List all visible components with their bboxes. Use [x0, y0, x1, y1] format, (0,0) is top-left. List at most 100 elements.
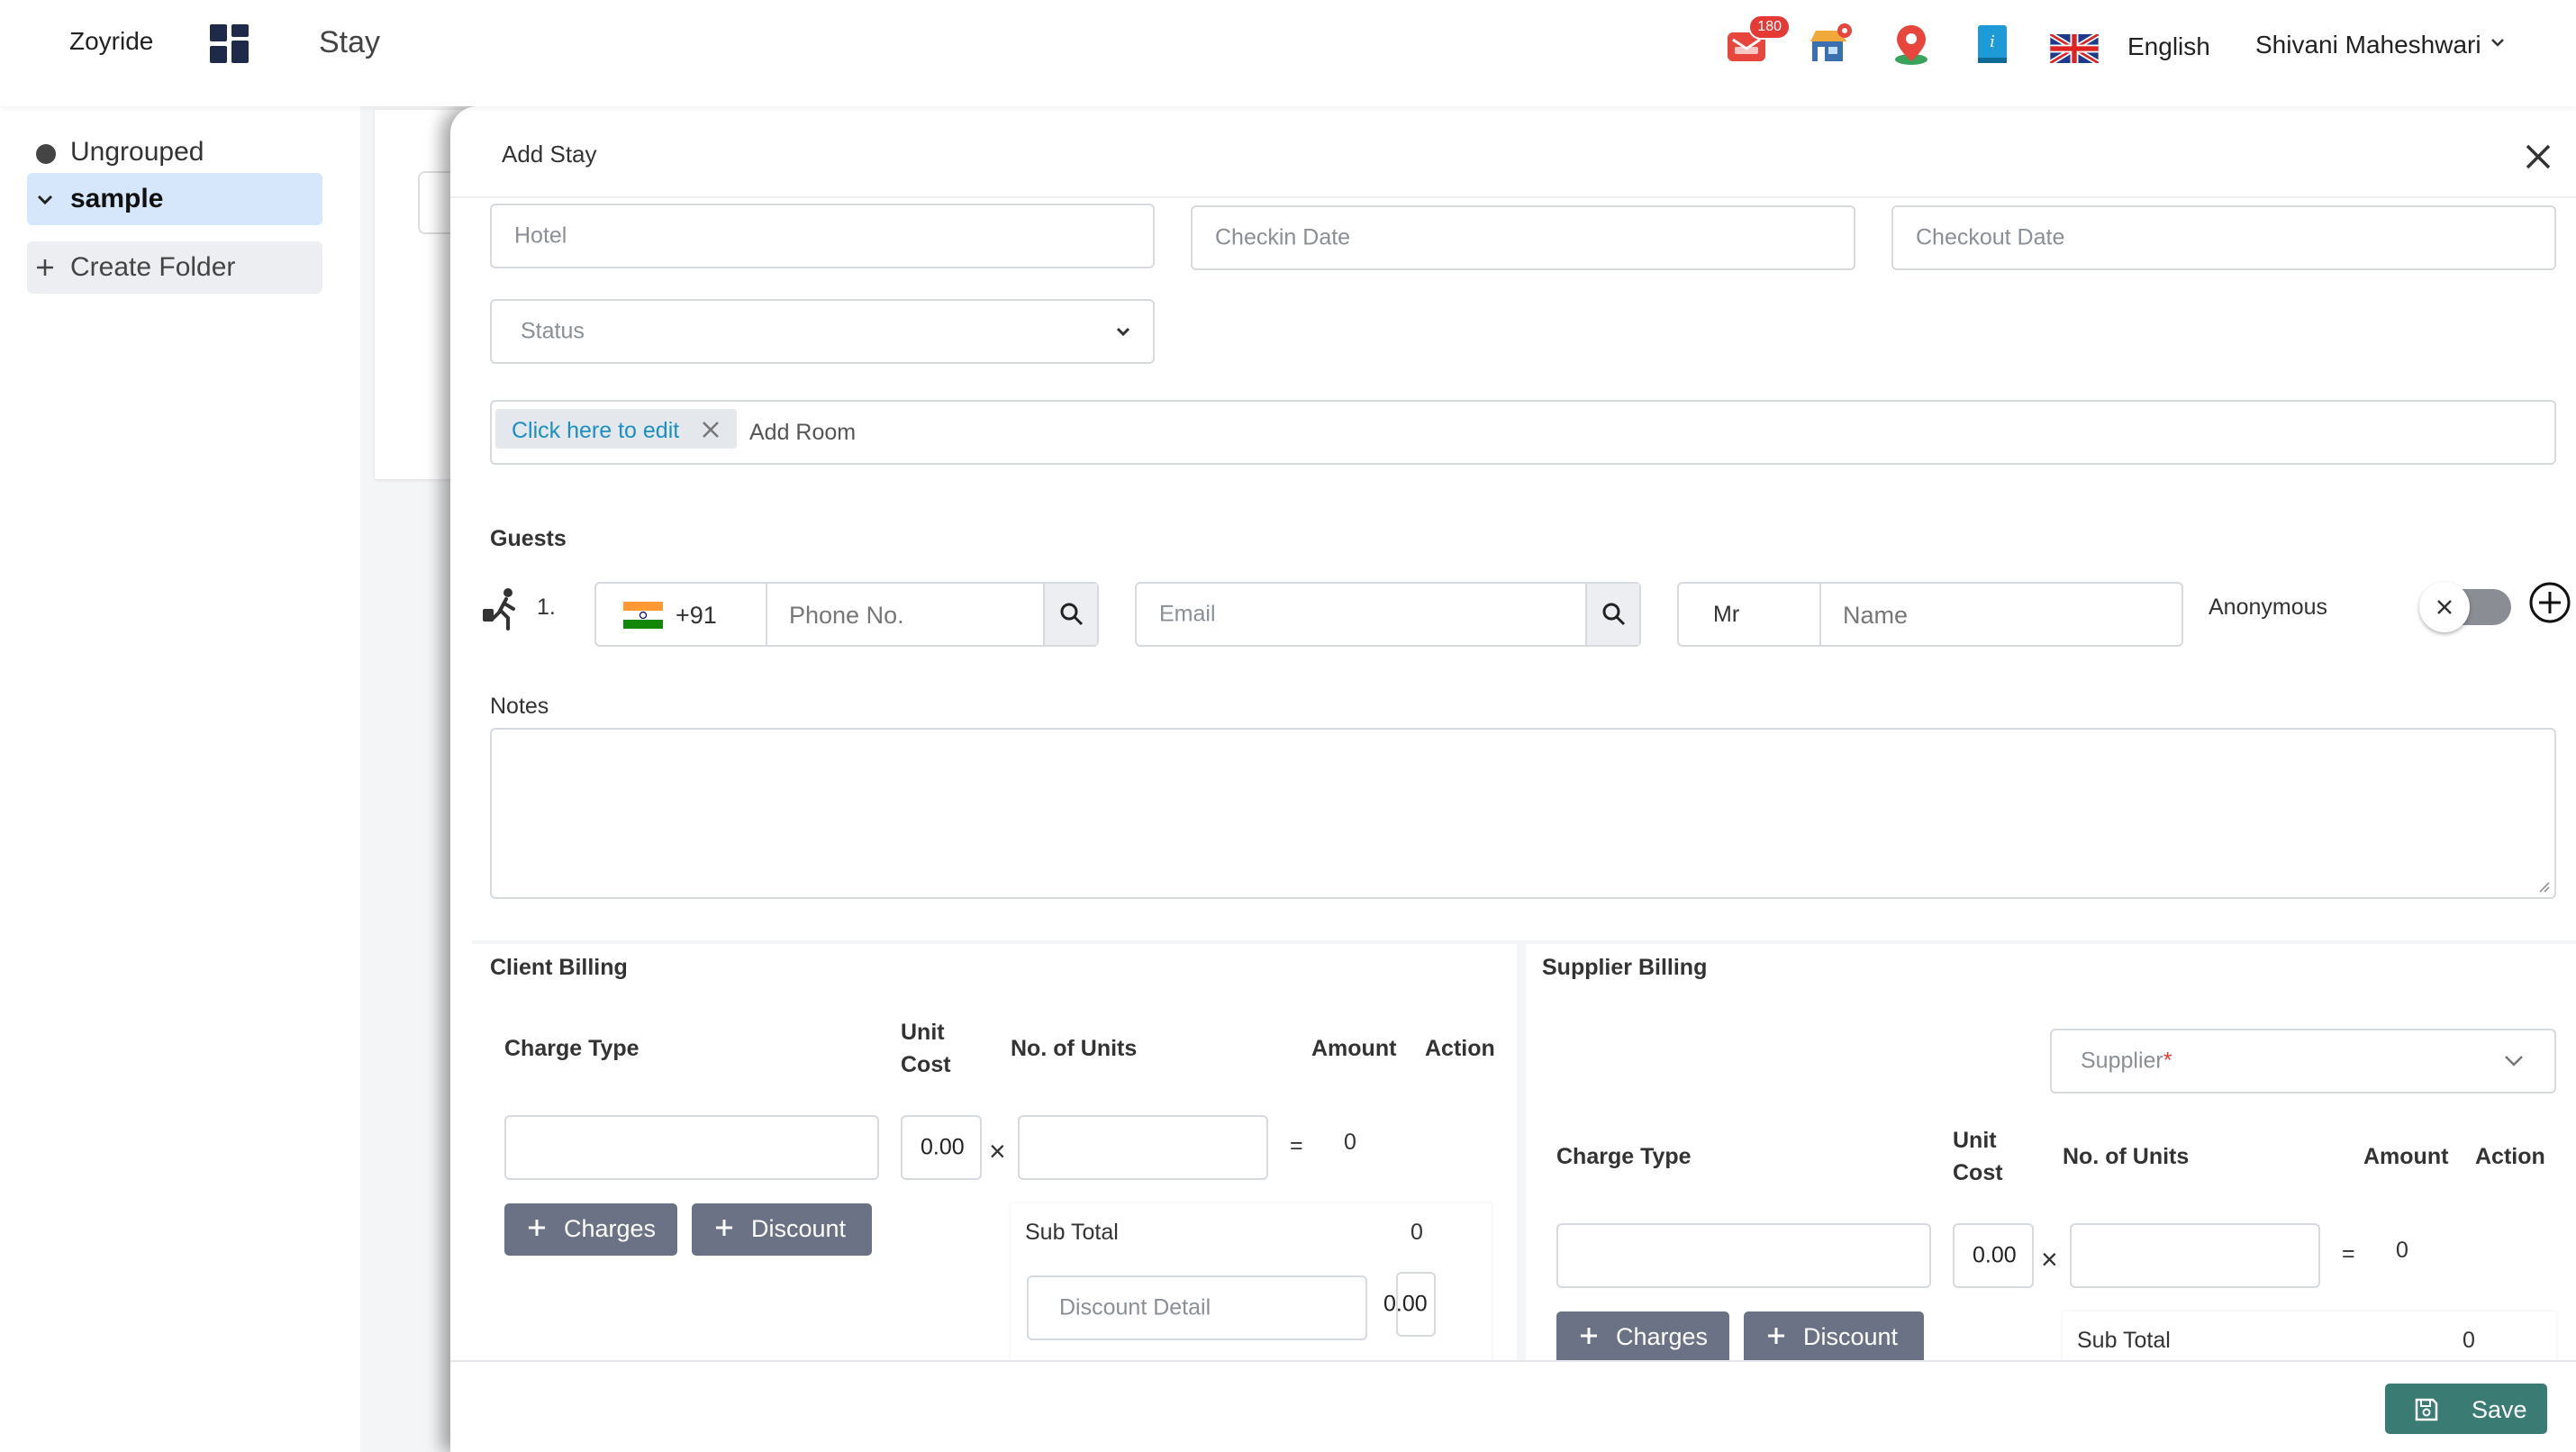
salutation-select[interactable]: Mr — [1713, 602, 1739, 628]
equals-sign: = — [2342, 1241, 2355, 1266]
charge-type-input[interactable] — [1556, 1223, 1931, 1288]
discount-label: Discount — [751, 1215, 847, 1242]
equals-sign: = — [1290, 1133, 1303, 1158]
create-folder-button[interactable]: Create Folder — [27, 241, 322, 294]
resize-handle-icon[interactable] — [2536, 879, 2551, 894]
notification-badge: 180 — [1748, 14, 1791, 40]
amount-value: 0 — [1344, 1130, 1356, 1155]
add-discount-button[interactable]: Discount — [1744, 1311, 1924, 1364]
create-folder-label: Create Folder — [70, 252, 236, 282]
col-unit-cost-line1: Unit — [901, 1020, 945, 1045]
divider — [450, 196, 2576, 198]
add-room-placeholder: Add Room — [749, 420, 857, 445]
unit-cost-value: 0.00 — [1973, 1242, 2017, 1268]
discount-value: 0.00 — [1383, 1291, 1428, 1317]
notification-icon[interactable]: 180 — [1724, 14, 1791, 67]
page-title: Stay — [319, 25, 381, 59]
supplier-select[interactable]: Supplier* — [2050, 1029, 2556, 1094]
add-discount-button[interactable]: Discount — [692, 1203, 872, 1256]
col-units: No. of Units — [1011, 1036, 1138, 1061]
chevron-down-icon — [1116, 327, 1130, 337]
folder-sidebar: Ungrouped sample Create Folder — [0, 106, 360, 1452]
email-search-button[interactable] — [1585, 584, 1639, 645]
charge-type-input[interactable] — [504, 1115, 879, 1180]
col-charge-type: Charge Type — [1556, 1144, 1692, 1169]
plus-icon — [1768, 1328, 1784, 1344]
search-icon — [1060, 603, 1084, 626]
store-location-icon[interactable] — [1807, 22, 1854, 67]
chevron-down-icon[interactable] — [2488, 32, 2508, 52]
close-icon[interactable] — [699, 418, 722, 441]
subtotal-label: Sub Total — [1025, 1220, 1119, 1245]
plus-icon — [716, 1220, 732, 1236]
phone-input[interactable]: Phone No. — [789, 602, 904, 630]
subtotal-value: 0 — [2463, 1328, 2475, 1353]
add-stay-modal: Add Stay Hotel Checkin Date Checkout Dat… — [450, 106, 2576, 1452]
email-input[interactable]: Email — [1159, 602, 1216, 628]
brand-name[interactable]: Zoyride — [69, 27, 153, 56]
discount-value-input[interactable]: 0.00 — [1383, 1272, 1436, 1337]
info-book-icon[interactable]: i — [1969, 22, 2016, 67]
traveler-icon — [483, 588, 515, 631]
close-icon — [2437, 600, 2452, 614]
close-icon[interactable] — [2522, 141, 2554, 173]
anonymous-toggle[interactable] — [2419, 582, 2511, 632]
svg-text:i: i — [1990, 32, 1995, 51]
checkout-date-input[interactable]: Checkout Date — [1891, 205, 2556, 270]
checkout-placeholder: Checkout Date — [1916, 224, 2065, 250]
sidebar-item-sample[interactable]: sample — [27, 173, 322, 225]
chevron-down-icon — [2505, 1056, 2523, 1066]
col-amount: Amount — [2363, 1144, 2449, 1169]
discount-label: Discount — [1803, 1323, 1899, 1350]
search-icon — [1602, 603, 1626, 626]
plus-icon — [529, 1220, 545, 1236]
phone-group: +91 Phone No. — [594, 582, 1099, 647]
notes-textarea[interactable] — [490, 728, 2556, 899]
col-amount: Amount — [1311, 1036, 1397, 1061]
email-group: Email — [1135, 582, 1641, 647]
apps-grid-icon[interactable] — [210, 24, 249, 64]
name-input[interactable]: Name — [1843, 602, 1908, 630]
plus-icon — [37, 259, 53, 276]
units-input[interactable] — [2070, 1223, 2320, 1288]
chevron-down-icon — [37, 195, 53, 205]
uk-flag-icon[interactable] — [2048, 32, 2100, 66]
guest-index: 1. — [537, 594, 556, 620]
toggle-knob — [2419, 582, 2470, 632]
language-selector[interactable]: English — [2127, 32, 2210, 61]
unit-cost-input[interactable]: 0.00 — [1953, 1223, 2034, 1288]
supplier-placeholder: Supplier — [2081, 1048, 2163, 1074]
subtotal-label: Sub Total — [2077, 1328, 2171, 1353]
hotel-input[interactable]: Hotel — [490, 204, 1155, 268]
floppy-disk-icon — [2415, 1398, 2438, 1421]
status-placeholder: Status — [521, 318, 585, 344]
unit-cost-input[interactable]: 0.00 — [901, 1115, 982, 1180]
sidebar-item-label: Ungrouped — [70, 137, 204, 167]
checkin-date-input[interactable]: Checkin Date — [1191, 205, 1855, 270]
divider — [1819, 584, 1821, 645]
client-billing-title: Client Billing — [490, 955, 628, 980]
room-tag-label[interactable]: Click here to edit — [512, 418, 679, 444]
room-tags-input[interactable]: Click here to edit Add Room — [490, 400, 2556, 465]
checkin-placeholder: Checkin Date — [1215, 224, 1351, 250]
country-code[interactable]: +91 — [676, 602, 717, 630]
discount-detail-input[interactable]: Discount Detail — [1027, 1275, 1367, 1340]
modal-title: Add Stay — [502, 141, 597, 168]
status-select[interactable]: Status — [490, 299, 1155, 364]
unit-cost-value: 0.00 — [921, 1134, 965, 1160]
room-tag[interactable]: Click here to edit — [495, 409, 737, 449]
charges-label: Charges — [1616, 1323, 1709, 1350]
add-guest-icon[interactable] — [2527, 580, 2572, 625]
hotel-placeholder: Hotel — [514, 222, 567, 249]
phone-search-button[interactable] — [1043, 584, 1097, 645]
map-pin-icon[interactable] — [1888, 22, 1935, 67]
user-menu[interactable]: Shivani Maheshwari — [2255, 31, 2481, 59]
units-input[interactable] — [1018, 1115, 1268, 1180]
india-flag-icon[interactable] — [623, 602, 663, 629]
anonymous-label: Anonymous — [2209, 594, 2328, 620]
add-charges-button[interactable]: Charges — [504, 1203, 677, 1256]
col-unit-cost-line2: Cost — [901, 1052, 951, 1077]
save-label: Save — [2472, 1396, 2527, 1423]
add-charges-button[interactable]: Charges — [1556, 1311, 1729, 1364]
save-button[interactable]: Save — [2385, 1384, 2547, 1434]
